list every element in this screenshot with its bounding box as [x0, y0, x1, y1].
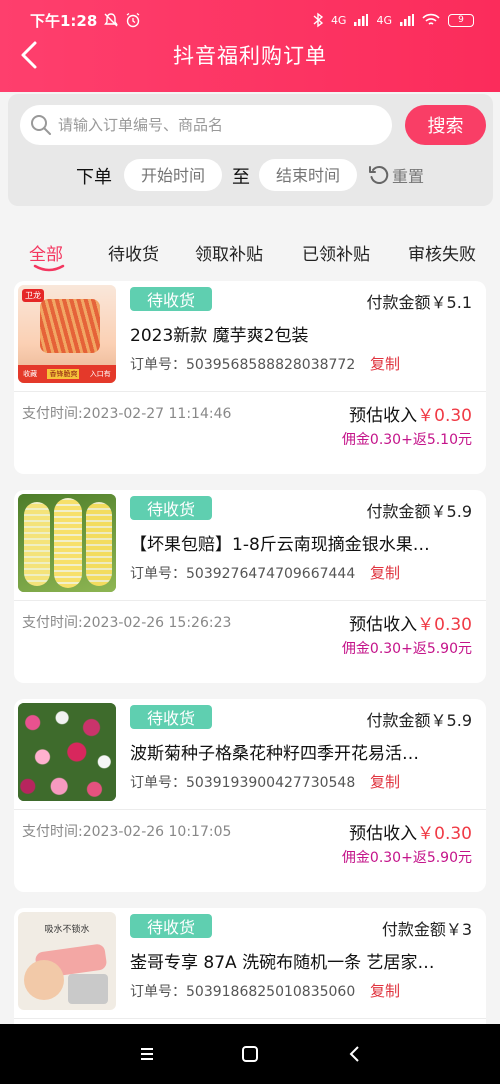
card-divider	[14, 809, 486, 810]
refresh-icon	[369, 166, 389, 184]
order-number: 订单号：5039193900427730548	[130, 775, 356, 791]
search-button[interactable]: 搜索	[405, 105, 486, 145]
commission-detail: 佣金0.30+返5.90元	[341, 641, 472, 657]
end-date-input[interactable]	[259, 159, 357, 191]
estimated-income-amount: ￥0.30	[417, 615, 472, 635]
battery-level: 9	[458, 15, 464, 25]
order-tabs: 全部 待收货 领取补贴 已领补贴 审核失败	[0, 232, 500, 272]
thumb-caption: 吸水不锁水	[44, 925, 90, 935]
estimated-income-amount: ￥0.30	[417, 406, 472, 426]
start-date-input[interactable]	[124, 159, 222, 191]
tab-review-failed[interactable]: 审核失败	[408, 240, 476, 265]
estimated-income-label: 预估收入	[349, 615, 418, 635]
order-number: 订单号：5039276474709667444	[130, 566, 356, 582]
order-date-label: 下单	[76, 167, 112, 188]
card-divider	[14, 391, 486, 392]
mute-bell-icon	[104, 13, 119, 27]
estimated-income: 预估收入￥0.30	[349, 819, 472, 844]
order-card[interactable]: 吸水不锁水 待收货 付款金额￥3 崟哥专享 87A 洗碗布随机一条 艺居家… 订…	[14, 908, 486, 1038]
payment-amount: 付款金额￥5.1	[366, 293, 472, 312]
reset-label: 重置	[392, 167, 425, 186]
product-name[interactable]: 【坏果包赔】1-8斤云南现摘金银水果…	[130, 530, 470, 555]
thumb-caption-2: 香锋脆爽	[47, 369, 80, 379]
home-square-icon	[242, 1046, 258, 1062]
estimated-income: 预估收入￥0.30	[349, 610, 472, 635]
estimated-income-amount: ￥0.30	[417, 824, 472, 844]
estimated-income-label: 预估收入	[349, 824, 418, 844]
status-badge: 待收货	[130, 287, 212, 311]
wifi-icon	[422, 13, 440, 25]
estimated-income-label: 预估收入	[349, 406, 418, 426]
system-back-button[interactable]	[343, 1042, 367, 1066]
bluetooth-icon	[313, 12, 323, 28]
active-tab-indicator	[33, 264, 65, 272]
tab-pending-receipt[interactable]: 待收货	[108, 240, 159, 265]
order-card[interactable]: 待收货 付款金额￥5.9 【坏果包赔】1-8斤云南现摘金银水果… 订单号：503…	[14, 490, 486, 683]
menu-icon	[141, 1048, 153, 1060]
system-nav-bar	[0, 1024, 500, 1084]
payment-amount: 付款金额￥5.9	[366, 502, 472, 521]
filter-panel: 搜索 下单 至 重置	[8, 94, 493, 206]
thumb-caption-3: 入口有	[89, 370, 111, 378]
reset-button[interactable]: 重置	[368, 163, 424, 187]
status-badge: 待收货	[130, 914, 212, 938]
status-badge: 待收货	[130, 496, 212, 520]
commission-detail: 佣金0.30+返5.90元	[341, 850, 472, 866]
estimated-income: 预估收入￥0.30	[349, 401, 472, 426]
commission-detail: 佣金0.30+返5.10元	[341, 432, 472, 448]
tab-all[interactable]: 全部	[29, 240, 63, 265]
signal-2-icon	[400, 14, 414, 26]
payment-amount: 付款金额￥5.9	[366, 711, 472, 730]
status-bar: 下午1:28 4G 4G 9	[30, 8, 474, 32]
order-number: 订单号：5039568588828038772	[130, 357, 356, 373]
header-bar: 下午1:28 4G 4G 9 抖音福利购订单	[0, 0, 500, 92]
brand-logo: 卫龙	[22, 289, 44, 302]
product-name[interactable]: 崟哥专享 87A 洗碗布随机一条 艺居家…	[130, 948, 470, 973]
signal-2-label: 4G	[376, 13, 392, 27]
pay-time: 支付时间:2023-02-26 15:26:23	[22, 615, 232, 631]
tab-claim-subsidy[interactable]: 领取补贴	[195, 240, 263, 265]
search-box[interactable]	[20, 105, 392, 145]
pay-time: 支付时间:2023-02-26 10:17:05	[22, 824, 232, 840]
product-thumbnail[interactable]	[18, 494, 116, 592]
home-button[interactable]	[238, 1042, 262, 1066]
copy-button[interactable]: 复制	[370, 562, 400, 583]
copy-button[interactable]: 复制	[370, 771, 400, 792]
status-time: 下午1:28	[30, 11, 98, 30]
page-title: 抖音福利购订单	[173, 44, 327, 68]
card-divider	[14, 1018, 486, 1019]
alarm-icon	[126, 12, 140, 28]
signal-1-icon	[354, 14, 369, 26]
copy-button[interactable]: 复制	[370, 353, 400, 374]
card-divider	[14, 600, 486, 601]
tab-claimed-subsidy[interactable]: 已领补贴	[302, 240, 370, 265]
payment-amount: 付款金额￥3	[381, 920, 472, 939]
pay-time: 支付时间:2023-02-27 11:14:46	[22, 406, 232, 422]
date-filter-row: 下单 至 重置	[8, 156, 493, 192]
recent-apps-button[interactable]	[135, 1042, 159, 1066]
copy-button[interactable]: 复制	[370, 980, 400, 1001]
thumb-caption-1: 收藏	[23, 370, 38, 378]
back-triangle-icon	[349, 1046, 359, 1062]
product-thumbnail[interactable]	[18, 703, 116, 801]
product-name[interactable]: 2023新款 魔芋爽2包装	[130, 321, 470, 346]
search-icon	[31, 115, 51, 135]
product-thumbnail[interactable]: 卫龙 收藏 香锋脆爽 入口有	[18, 285, 116, 383]
order-number: 订单号：5039186825010835060	[130, 984, 356, 1000]
product-thumbnail[interactable]: 吸水不锁水	[18, 912, 116, 1010]
date-range-separator: 至	[232, 167, 250, 188]
status-badge: 待收货	[130, 705, 212, 729]
search-input[interactable]	[58, 116, 368, 134]
product-name[interactable]: 波斯菊种子格桑花种籽四季开花易活…	[130, 739, 470, 764]
battery-indicator: 9	[448, 13, 474, 27]
signal-1-label: 4G	[330, 13, 347, 27]
order-card[interactable]: 待收货 付款金额￥5.9 波斯菊种子格桑花种籽四季开花易活… 订单号：50391…	[14, 699, 486, 892]
order-card[interactable]: 卫龙 收藏 香锋脆爽 入口有 待收货 付款金额￥5.1 2023新款 魔芋爽2包…	[14, 281, 486, 474]
